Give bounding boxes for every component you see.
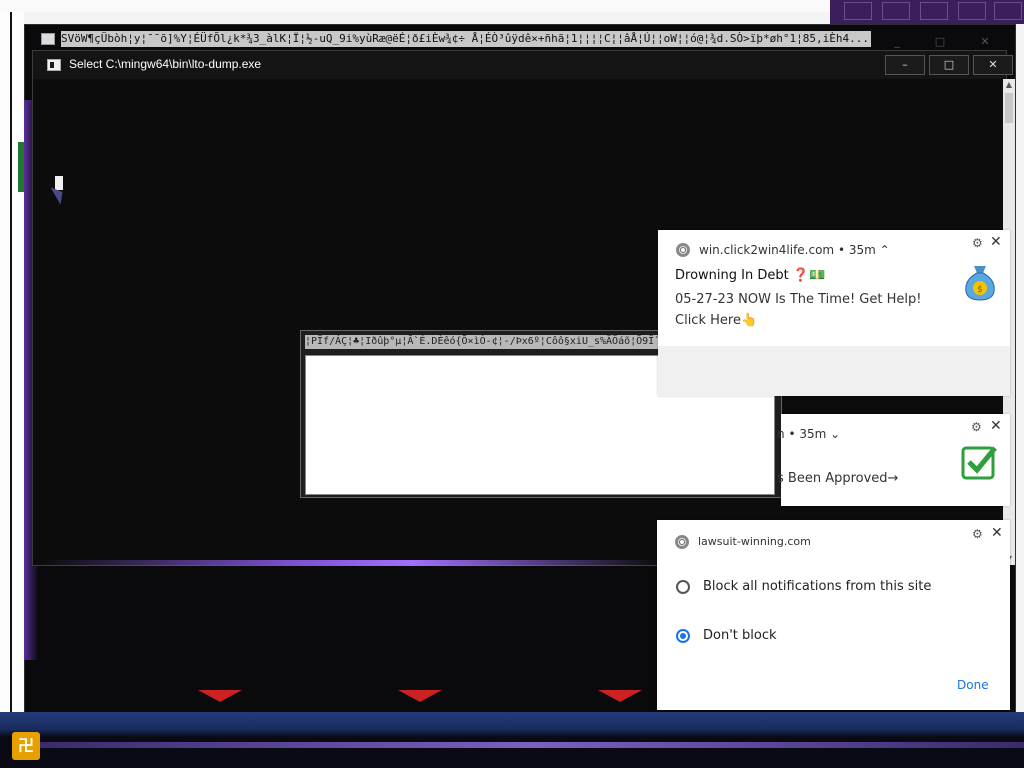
- maximize-button[interactable]: □: [929, 55, 969, 75]
- taskbar-stripe: [40, 742, 1024, 748]
- close-icon[interactable]: ✕: [991, 525, 1003, 541]
- notification-body: 05-27-23 NOW Is The Time! Get Help! Clic…: [675, 292, 922, 328]
- notification-footer: [658, 346, 1010, 396]
- chrome-icon: [676, 243, 690, 257]
- console-titlebar[interactable]: Select C:\mingw64\bin\lto-dump.exe – □ ✕: [33, 51, 1013, 79]
- divider: [10, 12, 12, 712]
- gear-icon[interactable]: ⚙: [972, 236, 983, 250]
- svg-text:$: $: [977, 285, 983, 295]
- console-app-icon: [47, 59, 61, 71]
- origin-domain: win.click2win4life.com: [699, 243, 835, 257]
- desktop-left-strip: [0, 12, 24, 712]
- background-window-square: [882, 2, 910, 20]
- origin-domain: n: [777, 427, 785, 441]
- chrome-icon: [675, 535, 689, 549]
- window-glow: [40, 560, 660, 566]
- background-window-corner: [830, 0, 1024, 24]
- gear-icon[interactable]: ⚙: [972, 527, 983, 541]
- block-radio[interactable]: [676, 580, 690, 594]
- background-window-square: [994, 2, 1022, 20]
- console-title: Select C:\mingw64\bin\lto-dump.exe: [69, 57, 262, 71]
- origin-domain: lawsuit-winning.com: [698, 535, 811, 548]
- mouse-pointer-icon: [50, 183, 68, 205]
- notification-origin: n • 35m ⌄: [777, 427, 840, 441]
- notification-age: 35m: [848, 243, 876, 257]
- background-decoration: [598, 690, 642, 702]
- chevron-down-icon[interactable]: ⌄: [830, 427, 840, 441]
- done-button[interactable]: Done: [957, 678, 989, 692]
- notification-origin: win.click2win4life.com • 35m ⌃: [699, 243, 890, 257]
- separator-dot: •: [837, 243, 849, 257]
- block-option-label[interactable]: Block all notifications from this site: [703, 579, 931, 594]
- gear-icon[interactable]: ⚙: [971, 420, 982, 434]
- background-decoration: [398, 690, 442, 702]
- scroll-up-icon[interactable]: ▲: [1003, 79, 1015, 91]
- checkmark-icon: [961, 446, 997, 480]
- money-bag-icon: $: [965, 266, 995, 301]
- notification-card[interactable]: n • 35m ⌄ ⚙ ✕ s Been Approved→: [777, 414, 1010, 506]
- outer-close-button[interactable]: ✕: [965, 33, 1005, 51]
- taskbar: [0, 712, 1024, 768]
- notification-title: Drowning In Debt ❓💵: [675, 268, 826, 283]
- notification-age: 35m: [799, 427, 827, 441]
- dont-block-radio[interactable]: [676, 629, 690, 643]
- minimize-button[interactable]: –: [885, 55, 925, 75]
- outer-maximize-button[interactable]: □: [920, 33, 960, 51]
- notification-card[interactable]: win.click2win4life.com • 35m ⌃ ⚙ ✕ Drown…: [658, 230, 1010, 396]
- notification-body: s Been Approved→: [777, 471, 899, 486]
- background-decoration: [198, 690, 242, 702]
- dont-block-option-label[interactable]: Don't block: [703, 628, 777, 643]
- outer-minimize-button[interactable]: _: [877, 33, 917, 51]
- close-icon[interactable]: ✕: [990, 234, 1002, 250]
- console-app-icon: [41, 33, 55, 45]
- desktop-top-strip: [0, 0, 830, 12]
- scroll-thumb[interactable]: [1005, 93, 1013, 123]
- notification-permission-card[interactable]: lawsuit-winning.com ⚙ ✕ Block all notifi…: [657, 520, 1010, 710]
- background-window-square: [844, 2, 872, 20]
- chevron-up-icon[interactable]: ⌃: [880, 243, 890, 257]
- background-window-square: [920, 2, 948, 20]
- close-icon[interactable]: ✕: [990, 418, 1002, 434]
- outer-window-title: SVöW¶çÜbòh¦y¦¯¯õ]%Y¦ÉÜfÕl¿k*¾3_àlK¦Ï¦½-u…: [61, 31, 871, 47]
- background-window-square: [958, 2, 986, 20]
- outer-window-titlebar[interactable]: SVöW¶çÜbòh¦y¦¯¯õ]%Y¦ÉÜfÕl¿k*¾3_àlK¦Ï¦½-u…: [25, 29, 1015, 51]
- separator-dot: •: [788, 427, 800, 441]
- close-button[interactable]: ✕: [973, 55, 1013, 75]
- start-logo-icon[interactable]: 卍: [12, 732, 40, 760]
